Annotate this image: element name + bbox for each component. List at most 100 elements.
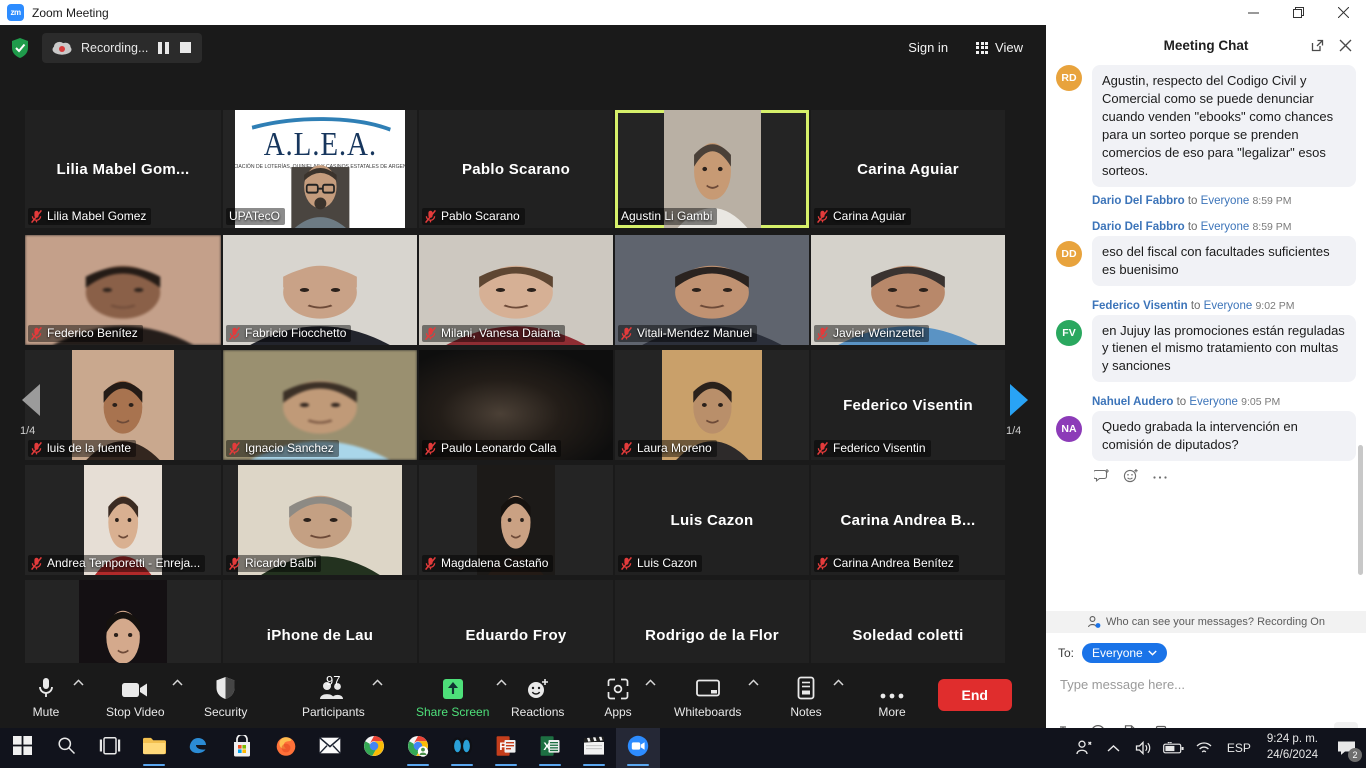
taskbar-excel[interactable]: X bbox=[528, 728, 572, 768]
maximize-restore-button[interactable] bbox=[1276, 0, 1321, 25]
participant-tile[interactable]: Javier Weinzettel bbox=[811, 235, 1005, 345]
participant-tile[interactable]: A.L.E.A.ASOCIACIÓN DE LOTERÍAS, QUINIELA… bbox=[223, 110, 417, 228]
stop-recording-button[interactable] bbox=[179, 41, 192, 54]
zoom-icon: zm bbox=[7, 4, 24, 21]
taskbar-microsoft-store[interactable] bbox=[220, 728, 264, 768]
chevron-up-icon[interactable] bbox=[372, 679, 383, 688]
emoji-icon[interactable] bbox=[1123, 468, 1139, 486]
chat-message-target: Everyone bbox=[1200, 194, 1250, 207]
toolbar-share-screen-button[interactable]: Share Screen bbox=[410, 667, 495, 725]
chevron-up-icon[interactable] bbox=[171, 679, 183, 688]
participant-tile[interactable]: Milani, Vanesa Daiana bbox=[419, 235, 613, 345]
taskbar-open-indicator bbox=[627, 764, 649, 766]
taskbar-start-button[interactable] bbox=[0, 728, 44, 768]
chevron-up-icon[interactable] bbox=[73, 679, 84, 688]
language-indicator[interactable]: ESP bbox=[1219, 741, 1259, 755]
taskbar-open-indicator bbox=[495, 764, 517, 766]
taskbar-mail[interactable] bbox=[308, 728, 352, 768]
chat-message[interactable]: Federico Visentin to Everyone 9:02 PM FV e… bbox=[1056, 300, 1356, 383]
participant-tile[interactable]: luis de la fuente bbox=[25, 350, 221, 460]
chevron-up-icon[interactable] bbox=[748, 679, 759, 688]
toolbar-mute-button[interactable]: Mute bbox=[20, 667, 72, 725]
chat-message-input[interactable]: Type message here... bbox=[1060, 677, 1350, 692]
chat-message-time: 9:05 PM bbox=[1241, 396, 1281, 409]
taskbar-webex[interactable] bbox=[440, 728, 484, 768]
participant-tile[interactable]: Carina Aguiar Carina Aguiar bbox=[811, 110, 1005, 228]
next-page-button[interactable] bbox=[1005, 380, 1031, 420]
participant-tile[interactable]: Paulo Leonardo Calla bbox=[419, 350, 613, 460]
participant-tile[interactable]: Ricardo Balbi bbox=[223, 465, 417, 575]
meet-now-icon[interactable] bbox=[1069, 728, 1099, 768]
toolbar-apps-button[interactable]: Apps bbox=[592, 667, 644, 725]
show-hidden-icons-chevron[interactable] bbox=[1099, 728, 1129, 768]
search-icon bbox=[57, 736, 76, 760]
taskbar-search-button[interactable] bbox=[44, 728, 88, 768]
sign-in-button[interactable]: Sign in bbox=[897, 34, 959, 62]
chat-message-target: Everyone bbox=[1203, 299, 1253, 312]
security-shield-icon[interactable] bbox=[10, 37, 30, 59]
previous-page-button[interactable] bbox=[18, 380, 44, 420]
participant-tile[interactable]: Fabricio Fiocchetto bbox=[223, 235, 417, 345]
sign-in-label: Sign in bbox=[908, 40, 949, 55]
chat-message[interactable]: RD Agustin, respecto del Codigo Civil y C… bbox=[1056, 65, 1356, 207]
video-grid-row: luis de la fuente Ignacio Sanchez Paulo Le… bbox=[25, 350, 1021, 460]
chat-message[interactable]: Nahuel Audero to Everyone 9:05 PM NA Quedo… bbox=[1056, 396, 1356, 486]
taskbar-file-explorer[interactable] bbox=[132, 728, 176, 768]
taskbar-firefox[interactable] bbox=[264, 728, 308, 768]
meeting-chat-panel: Meeting Chat RD Agustin, respecto del Cod… bbox=[1046, 25, 1366, 744]
taskbar-powerpoint[interactable]: P bbox=[484, 728, 528, 768]
participant-name: Carina Andrea Benítez bbox=[833, 556, 954, 570]
view-button[interactable]: View bbox=[965, 34, 1034, 62]
toolbar-stop-video-button[interactable]: Stop Video bbox=[100, 667, 171, 725]
mic-off-icon bbox=[621, 441, 632, 455]
toolbar-more-button[interactable]: More bbox=[866, 667, 918, 725]
mic-off-icon bbox=[817, 326, 828, 340]
toolbar-reactions-button[interactable]: Reactions bbox=[505, 667, 570, 725]
participant-tile[interactable]: Federico Benítez bbox=[25, 235, 221, 345]
reply-icon[interactable] bbox=[1092, 468, 1110, 486]
volume-icon[interactable] bbox=[1129, 728, 1159, 768]
toolbar-whiteboards-button[interactable]: Whiteboards bbox=[668, 667, 747, 725]
participant-tile[interactable]: Federico Visentin Federico Visentin bbox=[811, 350, 1005, 460]
taskbar-chrome-profile[interactable] bbox=[396, 728, 440, 768]
taskbar-video-editor[interactable] bbox=[572, 728, 616, 768]
end-meeting-button[interactable]: End bbox=[937, 679, 1012, 711]
toolbar-participants-label: Participants bbox=[302, 704, 365, 719]
chat-scrollbar[interactable] bbox=[1358, 445, 1363, 575]
taskbar-chrome[interactable] bbox=[352, 728, 396, 768]
participant-name-bar: Milani, Vanesa Daiana bbox=[422, 325, 566, 342]
page-indicator-left: 1/4 bbox=[20, 425, 36, 437]
participant-tile[interactable]: Pablo Scarano Pablo Scarano bbox=[419, 110, 613, 228]
wifi-icon[interactable] bbox=[1189, 728, 1219, 768]
popout-icon[interactable] bbox=[1308, 36, 1326, 54]
pause-recording-button[interactable] bbox=[157, 41, 170, 54]
minimize-button[interactable] bbox=[1231, 0, 1276, 25]
participant-tile[interactable]: Luis Cazon Luis Cazon bbox=[615, 465, 809, 575]
close-button[interactable] bbox=[1321, 0, 1366, 25]
participant-tile[interactable]: Lilia Mabel Gom... Lilia Mabel Gomez bbox=[25, 110, 221, 228]
toolbar-notes-button[interactable]: Notes bbox=[780, 667, 832, 725]
notification-center-button[interactable]: 2 bbox=[1326, 728, 1366, 768]
participant-name-bar: Ignacio Sanchez bbox=[226, 440, 339, 457]
participant-tile[interactable]: Carina Andrea B... Carina Andrea Benítez bbox=[811, 465, 1005, 575]
participant-tile[interactable]: Laura Moreno bbox=[615, 350, 809, 460]
more-icon[interactable] bbox=[1152, 468, 1168, 486]
clock[interactable]: 9:24 p. m. 24/6/2024 bbox=[1259, 732, 1326, 763]
participant-tile[interactable]: Magdalena Castaño bbox=[419, 465, 613, 575]
participant-tile[interactable]: Ignacio Sanchez bbox=[223, 350, 417, 460]
chat-message-list[interactable]: RD Agustin, respecto del Codigo Civil y C… bbox=[1046, 65, 1366, 605]
participant-tile[interactable]: Andrea Temporetti - Enreja... bbox=[25, 465, 221, 575]
chat-message[interactable]: Dario Del Fabbro to Everyone 8:59 PM DD es… bbox=[1056, 221, 1356, 286]
taskbar-task-view-button[interactable] bbox=[88, 728, 132, 768]
chevron-up-icon[interactable] bbox=[833, 679, 844, 688]
toolbar-security-button[interactable]: Security bbox=[198, 667, 253, 725]
close-icon[interactable] bbox=[1336, 36, 1354, 54]
chat-recipient-dropdown[interactable]: Everyone bbox=[1082, 643, 1167, 663]
participant-tile[interactable]: Vitali-Mendez Manuel bbox=[615, 235, 809, 345]
chat-avatar: FV bbox=[1056, 319, 1082, 346]
participant-tile[interactable]: Agustin Li Gambi bbox=[615, 110, 809, 228]
taskbar-zoom[interactable] bbox=[616, 728, 660, 768]
taskbar-edge-legacy[interactable] bbox=[176, 728, 220, 768]
battery-icon[interactable] bbox=[1159, 728, 1189, 768]
chevron-up-icon[interactable] bbox=[645, 679, 656, 688]
